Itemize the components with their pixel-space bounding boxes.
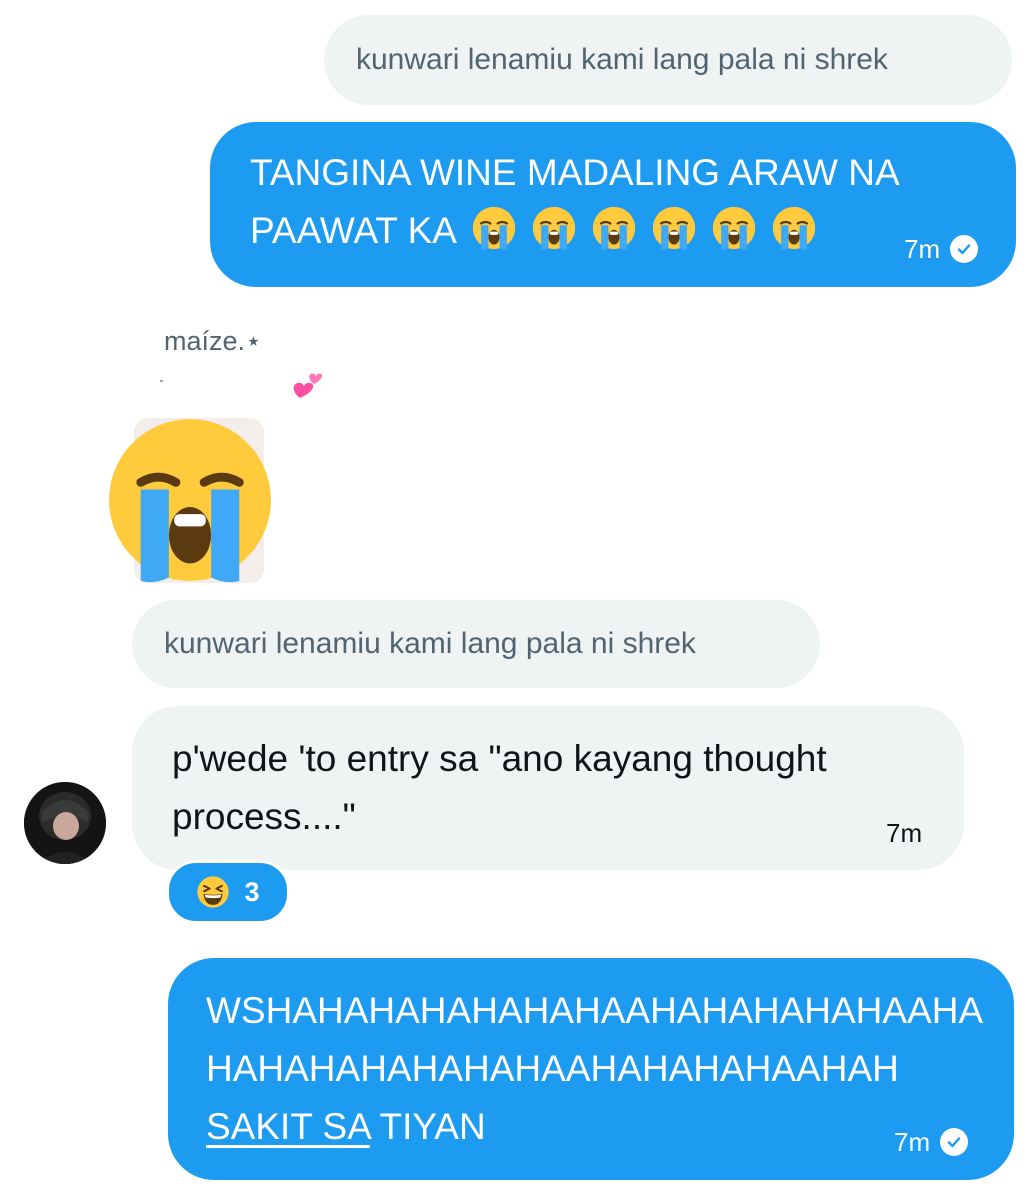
seen-check-icon xyxy=(940,1128,969,1156)
loudly-crying-face-sticker[interactable] xyxy=(100,412,280,588)
grinning-squinting-face-icon xyxy=(196,875,230,909)
mention-link[interactable]: SAKIT SA xyxy=(206,1106,370,1147)
message-text-line: PAAWAT KA xyxy=(250,210,457,251)
sender-name-text: maíze.⋆ xyxy=(164,326,262,356)
two-hearts-emoji xyxy=(290,368,326,404)
message-text-line: process...." xyxy=(172,796,356,837)
sent-message[interactable]: WSHAHAHAHAHAHAHAAHAHAHAHAHAAHA HAHAHAHAH… xyxy=(168,958,1014,1180)
loudly-crying-face-emoji xyxy=(591,205,637,251)
received-message[interactable]: p'wede 'to entry sa "ano kayang thought … xyxy=(132,706,964,870)
message-text-line: TANGINA WINE MADALING ARAW NA xyxy=(250,152,900,193)
reply-quote[interactable]: kunwari lenamiu kami lang pala ni shrek xyxy=(132,600,820,688)
reply-quote-text: kunwari lenamiu kami lang pala ni shrek xyxy=(356,43,888,76)
loudly-crying-face-emoji xyxy=(471,205,517,251)
sent-message[interactable]: TANGINA WINE MADALING ARAW NA PAAWAT KA … xyxy=(210,122,1016,287)
loudly-crying-face-emoji xyxy=(711,205,757,251)
sender-name: maíze.⋆ xyxy=(164,326,262,356)
message-text-line: WSHAHAHAHAHAHAHAAHAHAHAHAHAAHA xyxy=(206,990,984,1031)
message-timestamp: 7m xyxy=(894,1127,931,1157)
loudly-crying-face-emoji xyxy=(771,205,817,251)
reply-quote-text: kunwari lenamiu kami lang pala ni shrek xyxy=(164,627,696,660)
message-text-line: p'wede 'to entry sa "ano kayang thought xyxy=(172,738,827,779)
reaction-pill[interactable]: 3 xyxy=(166,860,290,924)
avatar[interactable] xyxy=(24,782,106,864)
name-dot xyxy=(160,380,163,382)
message-meta: 7m xyxy=(904,234,979,264)
message-text-line: TIYAN xyxy=(369,1106,486,1147)
message-meta: 7m xyxy=(894,1127,969,1157)
loudly-crying-face-emoji xyxy=(651,205,697,251)
reaction-count: 3 xyxy=(244,876,260,907)
loudly-crying-face-emoji xyxy=(531,205,577,251)
seen-check-icon xyxy=(950,235,979,263)
reply-quote[interactable]: kunwari lenamiu kami lang pala ni shrek xyxy=(324,15,1012,105)
message-text-line: HAHAHAHAHAHAHAAHAHAHAHAAHAH xyxy=(206,1048,899,1089)
message-timestamp: 7m xyxy=(904,234,941,264)
message-timestamp: 7m xyxy=(886,818,923,848)
message-meta: 7m xyxy=(886,820,922,846)
